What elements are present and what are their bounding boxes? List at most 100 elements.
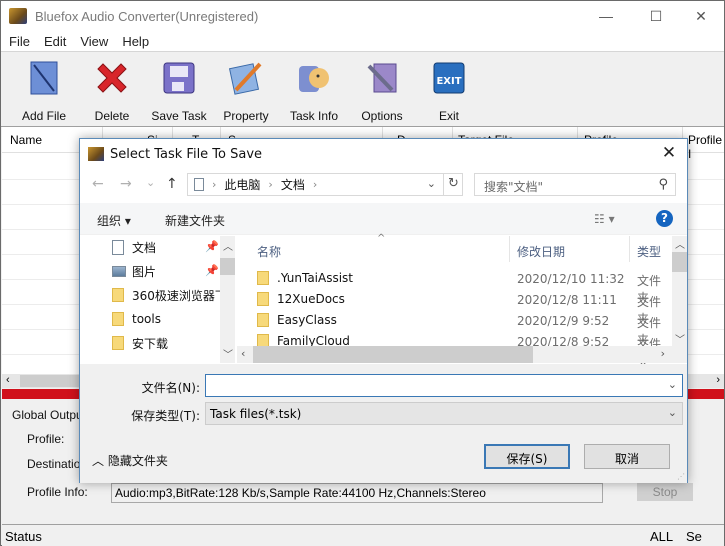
scroll-left-icon[interactable]: ‹ (241, 347, 245, 360)
scroll-right-icon[interactable]: › (716, 374, 720, 386)
filetype-label: 保存类型(T): (131, 409, 200, 423)
resize-grip-icon[interactable]: ⋰ (677, 472, 685, 481)
breadcrumb-documents[interactable]: 文档 (281, 176, 305, 193)
dialog-close-button[interactable]: ✕ (657, 143, 681, 165)
scroll-down-icon[interactable]: ﹀ (675, 331, 685, 346)
task-info-label: Task Info (289, 109, 339, 123)
task-info-icon (299, 66, 329, 92)
options-label: Options (361, 109, 403, 123)
delete-icon (97, 63, 127, 93)
file-row[interactable]: 12XueDocs 2020/12/8 11:11 文件夹 (237, 289, 667, 326)
menu-edit[interactable]: Edit (44, 34, 66, 49)
document-icon (112, 239, 124, 255)
folder-icon (257, 271, 269, 285)
save-dialog: Select Task File To Save ✕ ← → ⌄ ↑ › 此电脑… (79, 138, 688, 483)
options-button[interactable]: Options (350, 58, 414, 123)
filename-label: 文件名(N): (141, 381, 200, 395)
add-file-button[interactable]: Add File (12, 58, 76, 123)
dialog-title-bar: Select Task File To Save (80, 139, 687, 169)
navigation-pane-scrollbar[interactable]: ︿ ﹀ (220, 236, 235, 363)
recent-locations-icon[interactable]: ⌄ (146, 176, 155, 189)
tree-item-pictures[interactable]: 图片 (112, 260, 156, 282)
minimize-button[interactable]: — (583, 1, 629, 31)
chevron-up-icon: ︿ (92, 454, 105, 468)
dialog-title: Select Task File To Save (110, 146, 263, 162)
search-icon: ⚲ (658, 177, 668, 192)
folder-icon (257, 292, 269, 306)
folder-icon (112, 336, 124, 350)
save-button[interactable]: 保存(S) (484, 444, 570, 469)
close-button[interactable]: ✕ (678, 1, 724, 31)
add-file-icon (30, 61, 58, 95)
search-input[interactable]: 搜索"文档" ⚲ (474, 173, 676, 196)
scroll-left-icon[interactable]: ‹ (6, 374, 10, 386)
search-placeholder: 搜索"文档" (484, 180, 544, 194)
property-button[interactable]: Property (214, 58, 278, 123)
file-list[interactable]: ^ 名称 修改日期 类型 .YunTaiAssist 2020/12/10 11… (237, 233, 687, 368)
property-icon (228, 62, 262, 95)
tree-item-downloads[interactable]: 安下载 (112, 332, 168, 354)
filetype-select[interactable]: Task files(*.tsk) ⌄ (205, 402, 683, 425)
tree-item-documents[interactable]: 文档 (112, 236, 156, 258)
title-bar: Bluefox Audio Converter(Unregistered) — … (1, 1, 724, 31)
file-list-vertical-scrollbar[interactable]: ︿ ﹀ (672, 236, 687, 346)
exit-button[interactable]: EXIT Exit (417, 58, 481, 123)
cancel-button[interactable]: 取消 (584, 444, 670, 469)
document-location-icon (194, 178, 204, 191)
col-profile-info[interactable]: Profile I (688, 133, 724, 161)
col-header-type[interactable]: 类型 (637, 243, 661, 260)
scroll-thumb[interactable] (253, 346, 533, 363)
stop-button[interactable]: Stop (637, 483, 693, 501)
scroll-up-icon[interactable]: ︿ (223, 238, 233, 253)
navigation-pane[interactable]: 文档 📌 图片 📌 360极速浏览器下 tools 安下载 (80, 236, 235, 363)
file-list-horizontal-scrollbar[interactable]: ‹ › (237, 346, 687, 363)
global-output-heading: Global Output (12, 408, 87, 422)
menu-help[interactable]: Help (122, 34, 149, 49)
save-task-button[interactable]: Save Task (147, 58, 211, 123)
tree-item-360-browser[interactable]: 360极速浏览器下 (112, 284, 227, 306)
tree-item-tools[interactable]: tools (112, 308, 161, 330)
address-dropdown-icon[interactable]: ⌄ (427, 177, 436, 190)
filetype-dropdown-icon[interactable]: ⌄ (668, 406, 677, 419)
folder-icon (112, 312, 124, 326)
view-options-icon[interactable]: ☷ ▾ (594, 212, 615, 226)
filename-dropdown-icon[interactable]: ⌄ (668, 378, 677, 391)
status-bar: Status ALL Se (2, 524, 724, 546)
filename-input[interactable]: ⌄ (205, 374, 683, 397)
delete-button[interactable]: Delete (80, 58, 144, 123)
refresh-button[interactable]: ↻ (443, 173, 463, 196)
sort-ascending-icon: ^ (377, 233, 386, 244)
col-header-modified[interactable]: 修改日期 (517, 243, 565, 260)
property-label: Property (223, 109, 269, 123)
scroll-right-icon[interactable]: › (661, 347, 665, 360)
scroll-thumb[interactable] (220, 258, 235, 275)
exit-icon: EXIT (433, 62, 465, 94)
menu-view[interactable]: View (80, 34, 108, 49)
file-row[interactable]: EasyClass 2020/12/9 9:52 文件夹 (237, 310, 667, 347)
help-icon[interactable]: ? (656, 210, 673, 227)
up-icon[interactable]: ↑ (166, 176, 178, 192)
new-folder-button[interactable]: 新建文件夹 (165, 212, 225, 229)
menu-file[interactable]: File (9, 34, 30, 49)
col-name[interactable]: Name (10, 133, 42, 147)
col-header-name[interactable]: 名称 (257, 243, 281, 260)
file-row[interactable]: .YunTaiAssist 2020/12/10 11:32 文件夹 (237, 268, 667, 305)
folder-icon (112, 288, 124, 302)
scroll-down-icon[interactable]: ﹀ (223, 346, 233, 361)
maximize-button[interactable]: ☐ (633, 1, 679, 31)
pin-icon: 📌 (205, 240, 219, 253)
back-icon[interactable]: ← (92, 176, 104, 192)
forward-icon[interactable]: → (120, 176, 132, 192)
status-all: ALL (650, 529, 674, 544)
profile-info-field[interactable]: Audio:mp3,BitRate:128 Kb/s,Sample Rate:4… (111, 483, 603, 503)
command-bar: 组织 ▾ 新建文件夹 ☷ ▾ ? (80, 203, 687, 235)
task-info-button[interactable]: Task Info (282, 58, 346, 123)
profile-label: Profile: (27, 432, 65, 446)
hide-folders-toggle[interactable]: ︿ 隐藏文件夹 (92, 452, 168, 469)
organize-button[interactable]: 组织 ▾ (97, 212, 131, 229)
address-bar[interactable]: › 此电脑 › 文档 › ⌄ (187, 173, 463, 196)
navigation-bar: ← → ⌄ ↑ › 此电脑 › 文档 › ⌄ ↻ 搜索"文档" ⚲ (80, 171, 687, 199)
scroll-up-icon[interactable]: ︿ (675, 236, 685, 251)
scroll-thumb[interactable] (672, 252, 687, 272)
breadcrumb-this-pc[interactable]: 此电脑 (224, 176, 260, 193)
